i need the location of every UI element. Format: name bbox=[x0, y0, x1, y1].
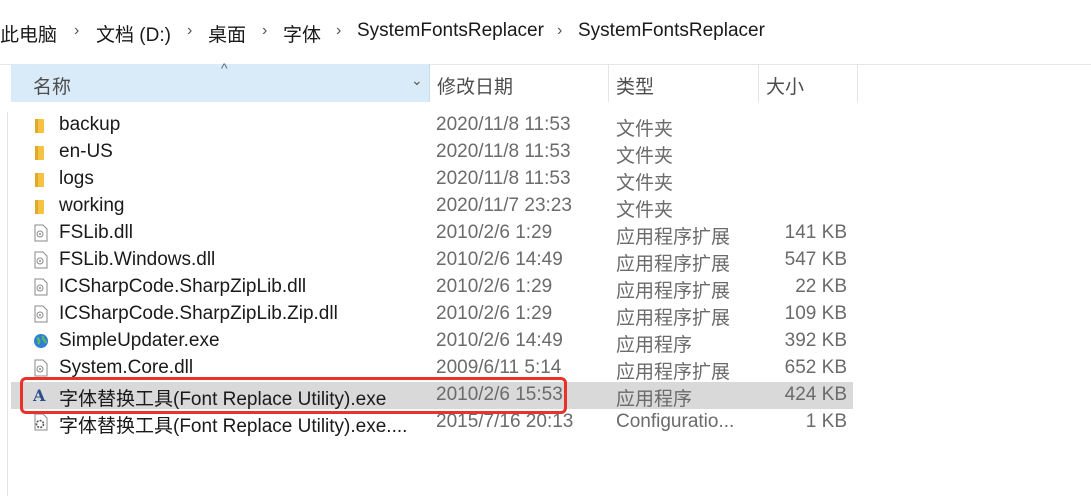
file-type: 文件夹 bbox=[616, 119, 674, 140]
column-header-date[interactable]: 修改日期 bbox=[429, 64, 609, 102]
file-type: 应用程序扩展 bbox=[616, 281, 731, 302]
file-type: 文件夹 bbox=[616, 173, 674, 194]
file-row[interactable]: ICSharpCode.SharpZipLib.dll 2010/2/6 1:29… bbox=[11, 274, 853, 302]
file-type: Configuratio... bbox=[616, 411, 735, 432]
column-header-date-label: 修改日期 bbox=[437, 77, 514, 98]
column-header-size-label: 大小 bbox=[766, 77, 805, 98]
file-date: 2010/2/6 14:49 bbox=[436, 249, 563, 270]
dll-file-icon bbox=[33, 305, 49, 323]
file-name: FSLib.dll bbox=[59, 222, 133, 243]
file-date: 2010/2/6 1:29 bbox=[436, 276, 553, 297]
highlight-annotation bbox=[20, 377, 567, 414]
chevron-right-icon[interactable]: › bbox=[74, 22, 79, 40]
dll-file-icon bbox=[33, 359, 49, 377]
globe-exe-icon bbox=[33, 332, 49, 350]
file-date: 2010/2/6 1:29 bbox=[436, 303, 553, 324]
file-row[interactable]: backup 2020/11/8 11:53 文件夹 bbox=[11, 112, 853, 140]
file-type: 应用程序扩展 bbox=[616, 227, 731, 248]
file-date: 2010/2/6 1:29 bbox=[436, 222, 553, 243]
file-size: 1 KB bbox=[805, 411, 847, 432]
file-name: en-US bbox=[59, 141, 113, 162]
file-row[interactable]: FSLib.dll 2010/2/6 1:29 应用程序扩展 141 KB bbox=[11, 220, 853, 248]
file-size: 424 KB bbox=[784, 384, 847, 405]
column-header-name[interactable]: ^ 名称 ⌄ bbox=[11, 60, 430, 102]
file-row[interactable]: en-US 2020/11/8 11:53 文件夹 bbox=[11, 139, 853, 167]
file-size: 392 KB bbox=[784, 330, 847, 351]
sort-ascending-icon: ^ bbox=[221, 60, 228, 76]
file-size: 652 KB bbox=[784, 357, 847, 378]
file-type: 应用程序扩展 bbox=[616, 254, 731, 275]
chevron-right-icon[interactable]: › bbox=[557, 22, 562, 40]
chevron-right-icon[interactable]: › bbox=[336, 22, 341, 40]
file-size: 141 KB bbox=[784, 222, 847, 243]
breadcrumb: 此电脑 › 文档 (D:) › 桌面 › 字体 › SystemFontsRep… bbox=[0, 0, 1091, 65]
file-name: ICSharpCode.SharpZipLib.Zip.dll bbox=[59, 303, 338, 324]
file-name: FSLib.Windows.dll bbox=[59, 249, 216, 270]
config-file-icon bbox=[33, 413, 49, 431]
file-row[interactable]: working 2020/11/7 23:23 文件夹 bbox=[11, 193, 853, 221]
dll-file-icon bbox=[33, 278, 49, 296]
column-header-type[interactable]: 类型 bbox=[608, 64, 759, 102]
file-name: 字体替换工具(Font Replace Utility).exe.... bbox=[59, 416, 408, 437]
file-name: ICSharpCode.SharpZipLib.dll bbox=[59, 276, 307, 297]
file-name: SimpleUpdater.exe bbox=[59, 330, 220, 351]
folder-icon bbox=[33, 116, 49, 134]
pane-divider bbox=[7, 112, 8, 496]
folder-icon bbox=[33, 170, 49, 188]
folder-icon bbox=[33, 143, 49, 161]
file-row[interactable]: logs 2020/11/8 11:53 文件夹 bbox=[11, 166, 853, 194]
file-row[interactable]: ICSharpCode.SharpZipLib.Zip.dll 2010/2/6 … bbox=[11, 301, 853, 329]
file-date: 2015/7/16 20:13 bbox=[436, 411, 574, 432]
column-headers: ^ 名称 ⌄ 修改日期 类型 大小 bbox=[0, 60, 1091, 104]
file-row[interactable]: FSLib.Windows.dll 2010/2/6 14:49 应用程序扩展 547… bbox=[11, 247, 853, 275]
dll-file-icon bbox=[33, 224, 49, 242]
file-type: 文件夹 bbox=[616, 200, 674, 221]
breadcrumb-item-systemfontsreplacer-1[interactable]: SystemFontsReplacer bbox=[357, 20, 544, 42]
file-size: 109 KB bbox=[784, 303, 847, 324]
file-date: 2010/2/6 14:49 bbox=[436, 330, 563, 351]
file-row[interactable]: SimpleUpdater.exe 2010/2/6 14:49 应用程序 392 K… bbox=[11, 328, 853, 356]
file-date: 2020/11/7 23:23 bbox=[436, 195, 572, 216]
file-name: logs bbox=[59, 168, 94, 189]
breadcrumb-item-systemfontsreplacer-2[interactable]: SystemFontsReplacer bbox=[578, 20, 765, 42]
file-type: 应用程序 bbox=[616, 335, 693, 356]
chevron-right-icon[interactable]: › bbox=[187, 22, 192, 40]
file-date: 2020/11/8 11:53 bbox=[436, 141, 571, 162]
file-type: 应用程序扩展 bbox=[616, 308, 731, 329]
breadcrumb-item-fonts[interactable]: 字体 bbox=[283, 20, 321, 47]
chevron-right-icon[interactable]: › bbox=[262, 22, 267, 40]
file-size: 22 KB bbox=[795, 276, 847, 297]
chevron-down-icon[interactable]: ⌄ bbox=[411, 72, 423, 89]
folder-icon bbox=[33, 197, 49, 215]
file-size: 547 KB bbox=[784, 249, 847, 270]
column-header-type-label: 类型 bbox=[616, 77, 655, 98]
column-header-name-label: 名称 bbox=[33, 77, 72, 98]
dll-file-icon bbox=[33, 251, 49, 269]
breadcrumb-item-desktop[interactable]: 桌面 bbox=[208, 20, 246, 47]
file-name: System.Core.dll bbox=[59, 357, 194, 378]
file-date: 2020/11/8 11:53 bbox=[436, 168, 571, 189]
breadcrumb-item-this-pc[interactable]: 此电脑 bbox=[0, 20, 57, 47]
file-date: 2009/6/11 5:14 bbox=[436, 357, 562, 378]
file-date: 2020/11/8 11:53 bbox=[436, 114, 571, 135]
column-header-size[interactable]: 大小 bbox=[758, 64, 858, 102]
file-name: backup bbox=[59, 114, 121, 135]
file-type: 应用程序 bbox=[616, 389, 693, 410]
file-type: 应用程序扩展 bbox=[616, 362, 731, 383]
breadcrumb-item-drive-d[interactable]: 文档 (D:) bbox=[96, 20, 171, 47]
file-name: working bbox=[59, 195, 125, 216]
file-type: 文件夹 bbox=[616, 146, 674, 167]
